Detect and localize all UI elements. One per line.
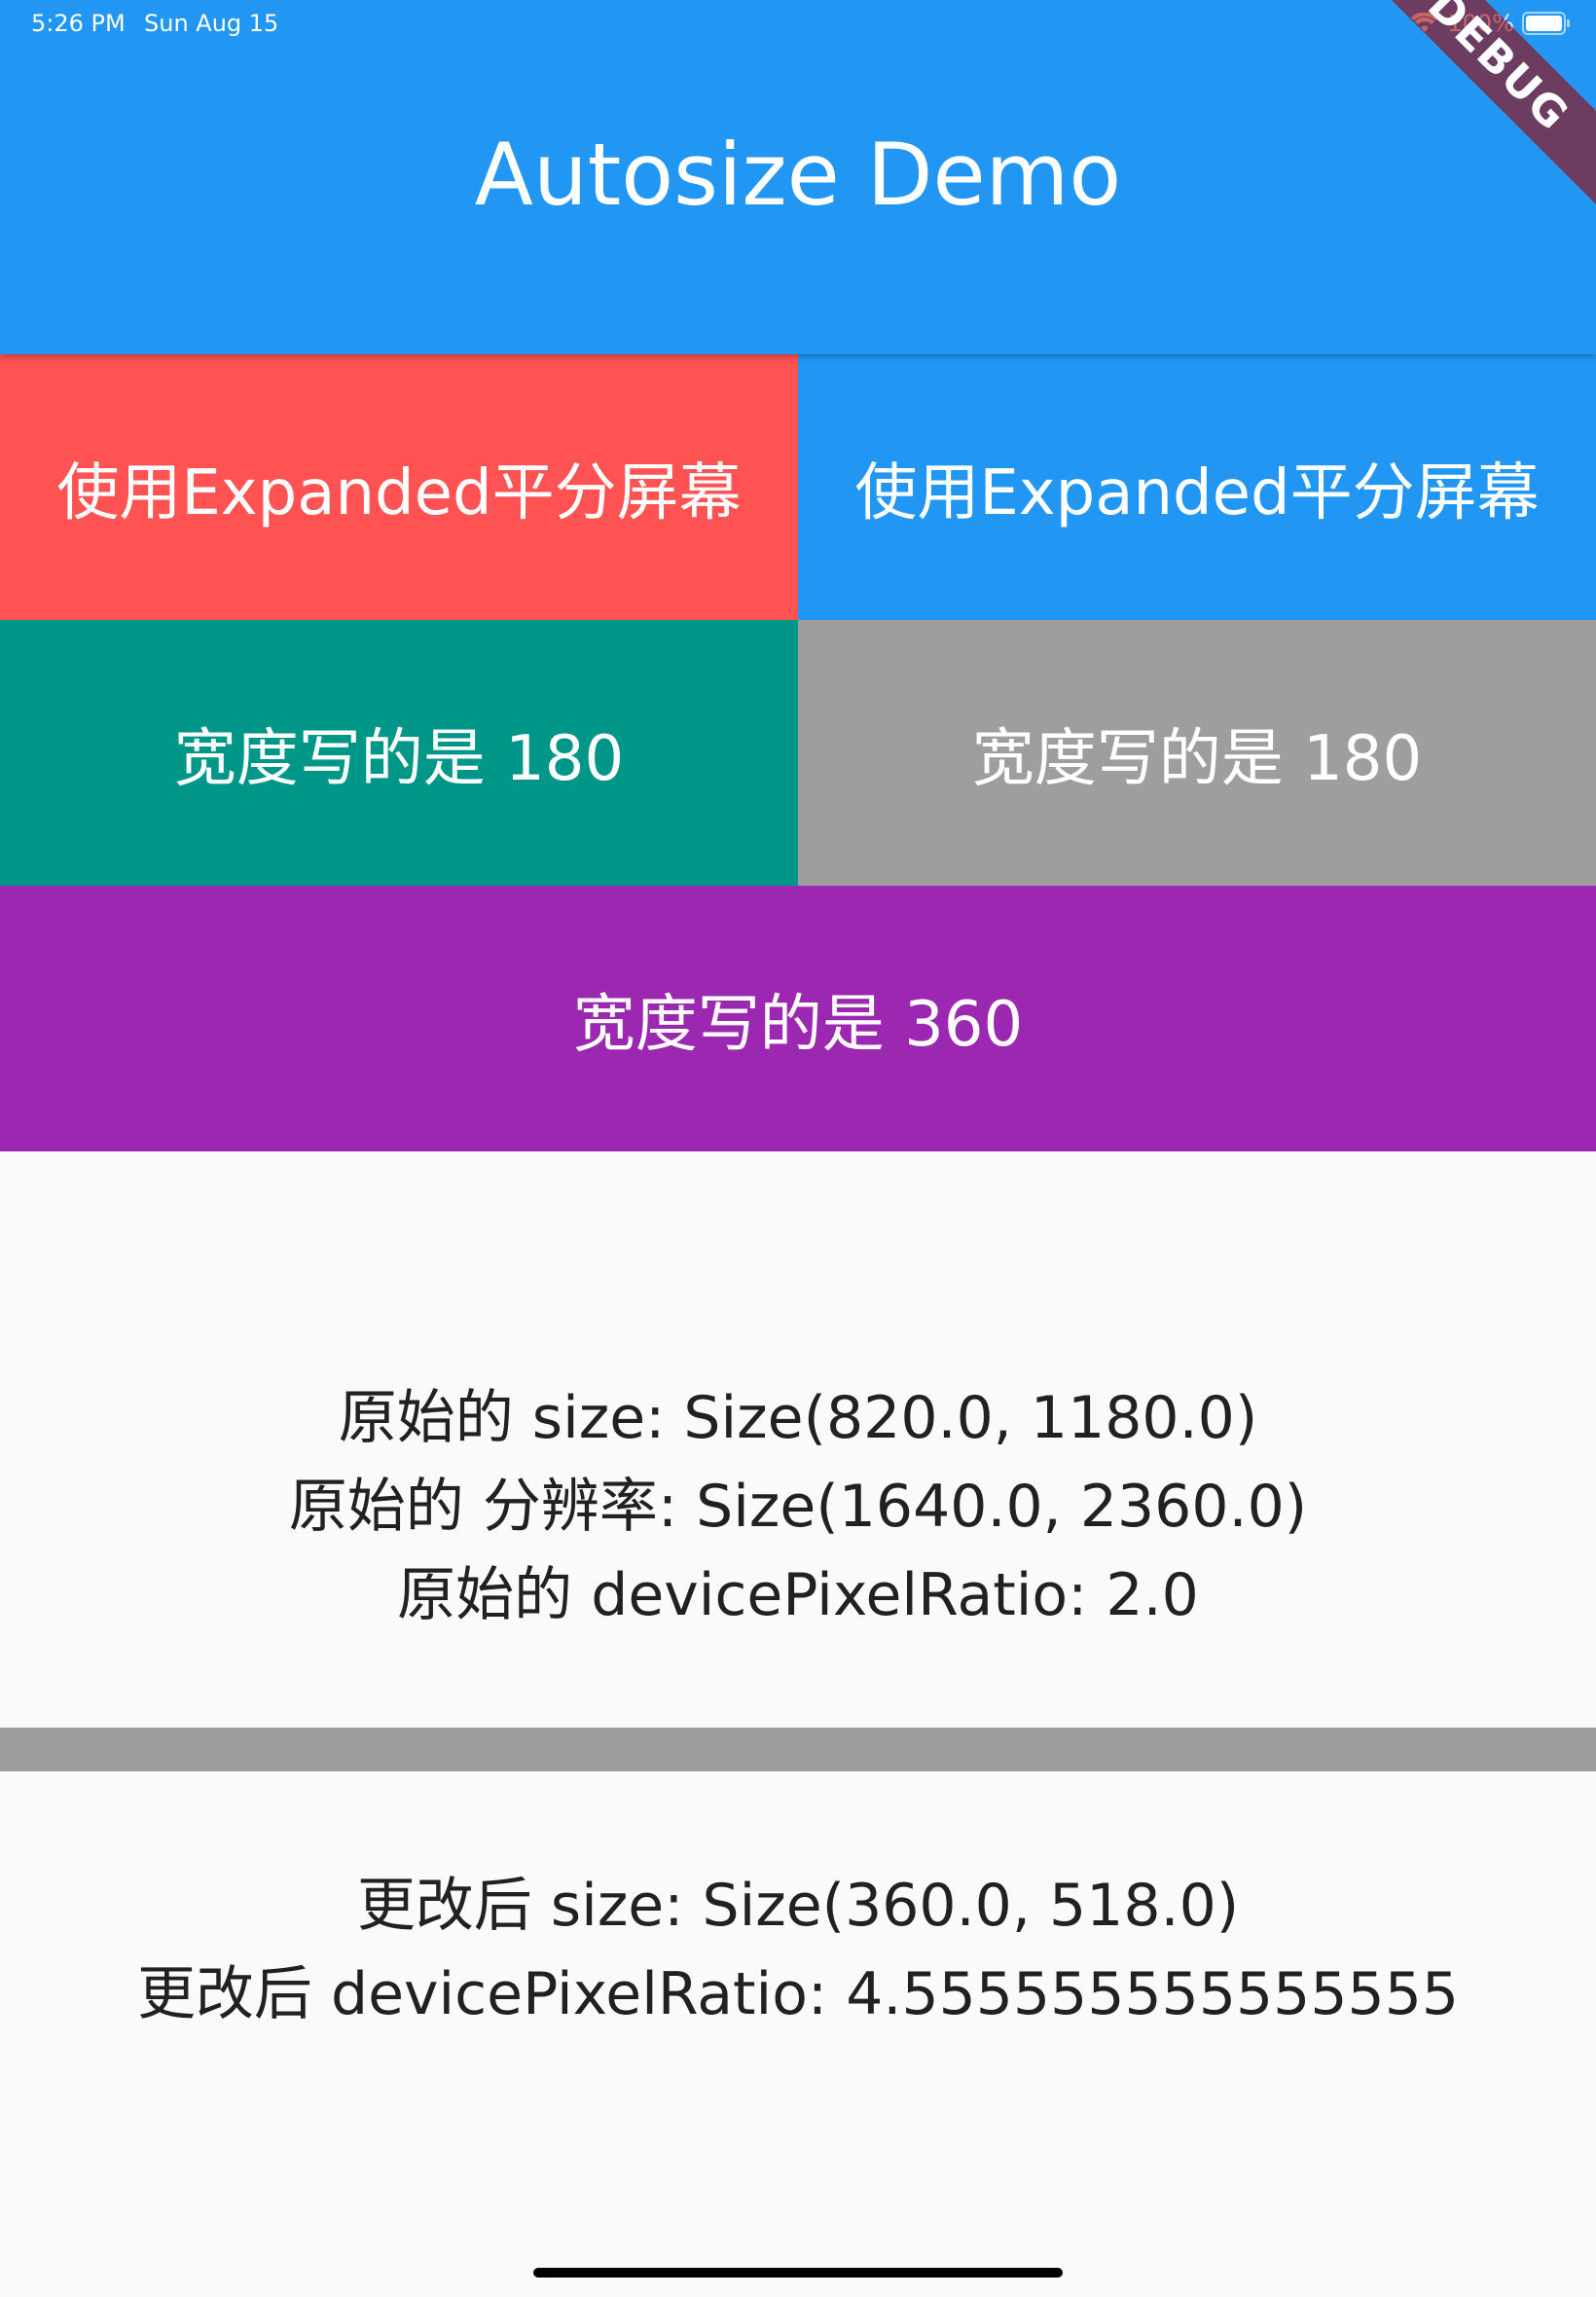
expanded-row: 使用Expanded平分屏幕 使用Expanded平分屏幕 (0, 354, 1596, 620)
full-width-row: 宽度写的是 360 (0, 886, 1596, 1151)
battery-icon (1522, 12, 1570, 35)
width-180-cell-teal: 宽度写的是 180 (0, 620, 798, 886)
status-time: 5:26 PM (31, 10, 126, 37)
changed-ratio-text: 更改后 devicePixelRatio: 4.555555555555555 (136, 1960, 1460, 2028)
changed-size-text: 更改后 size: Size(360.0, 518.0) (356, 1872, 1240, 1940)
status-date: Sun Aug 15 (144, 10, 279, 37)
home-indicator[interactable] (533, 2268, 1063, 2278)
expanded-cell-blue: 使用Expanded平分屏幕 (798, 354, 1596, 620)
original-info-block: 原始的 size: Size(820.0, 1180.0) 原始的 分辨率: S… (0, 1374, 1596, 1640)
status-bar: 5:26 PM Sun Aug 15 100% (0, 0, 1596, 47)
width-180-cell-grey: 宽度写的是 180 (798, 620, 1596, 886)
app-bar: 5:26 PM Sun Aug 15 100% Autosize Demo (0, 0, 1596, 354)
divider (0, 1728, 1596, 1771)
original-ratio-text: 原始的 devicePixelRatio: 2.0 (397, 1561, 1199, 1629)
page-title: Autosize Demo (474, 125, 1122, 225)
original-size-text: 原始的 size: Size(820.0, 1180.0) (338, 1384, 1258, 1452)
changed-info-block: 更改后 size: Size(360.0, 518.0) 更改后 deviceP… (0, 1862, 1596, 2039)
fixed-width-row: 宽度写的是 180 宽度写的是 180 (0, 620, 1596, 886)
width-360-cell-purple: 宽度写的是 360 (0, 886, 1596, 1151)
original-resolution-text: 原始的 分辨率: Size(1640.0, 2360.0) (288, 1473, 1308, 1541)
expanded-cell-red: 使用Expanded平分屏幕 (0, 354, 798, 620)
